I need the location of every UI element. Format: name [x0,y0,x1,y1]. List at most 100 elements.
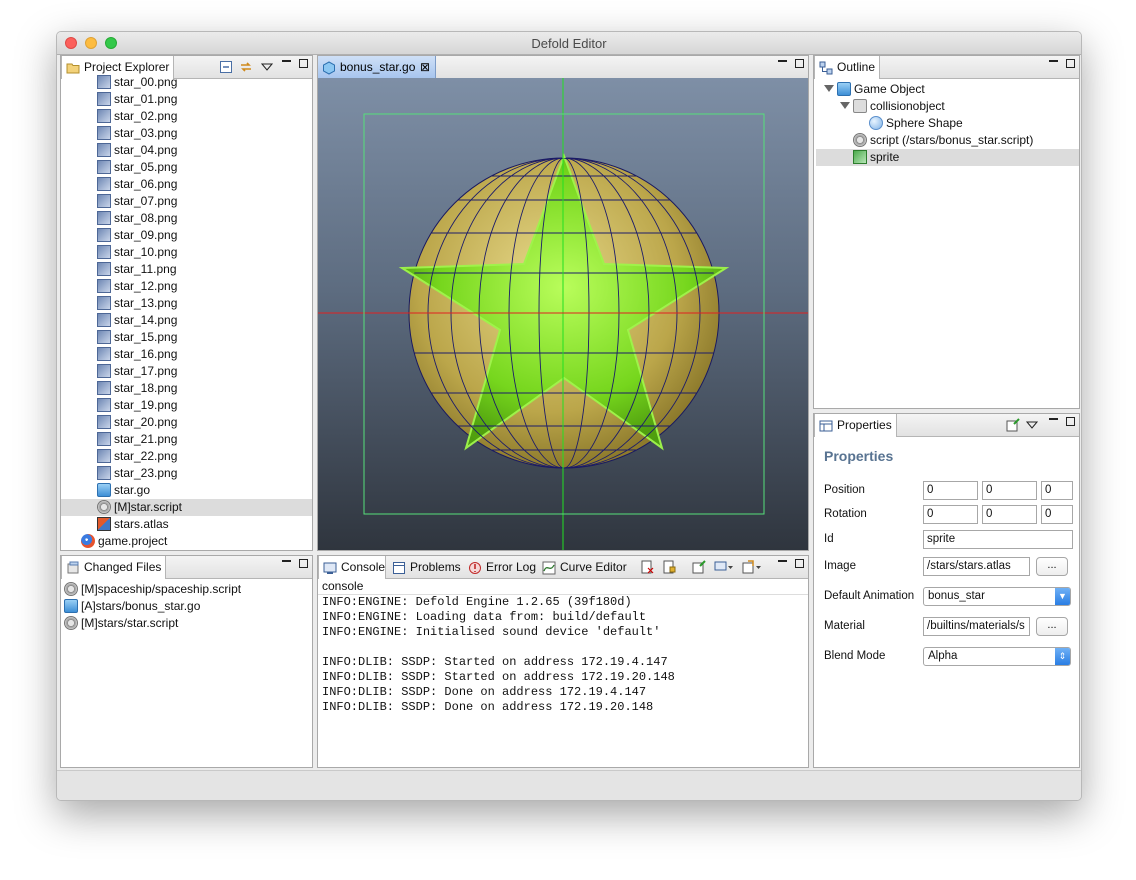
tree-item[interactable]: star_15.png [61,329,312,346]
position-y-field[interactable]: 0 [982,481,1037,500]
changed-file-item[interactable]: [M]spaceship/spaceship.script [64,581,312,598]
outline-item[interactable]: collisionobject [816,98,1079,115]
tree-item[interactable]: star_20.png [61,414,312,431]
tree-item[interactable]: stars.atlas [61,516,312,533]
tree-item[interactable]: star_01.png [61,91,312,108]
changed-file-item[interactable]: [A]stars/bonus_star.go [64,598,312,615]
display-console-icon[interactable] [714,560,733,574]
rotation-z-field[interactable]: 0 [1041,505,1073,524]
rotation-x-field[interactable]: 0 [923,505,978,524]
tree-item[interactable]: star_14.png [61,312,312,329]
panel-window-buttons [1044,59,1075,71]
outline-item[interactable]: script (/stars/bonus_star.script) [816,132,1079,149]
image-file-icon [97,261,111,276]
tree-item-label: star_12.png [114,279,178,293]
tree-item[interactable]: star_03.png [61,125,312,142]
image-file-icon [97,312,111,327]
image-file-icon [97,431,111,446]
tree-item[interactable]: star_00.png [61,74,312,91]
tree-item[interactable]: star_07.png [61,193,312,210]
maximize-icon[interactable] [299,559,308,568]
tree-item[interactable]: star_05.png [61,159,312,176]
scroll-lock-icon[interactable] [662,560,676,574]
outline-tabbar: Outline [814,56,1079,79]
tab-curve-editor[interactable]: Curve Editor [538,556,631,578]
material-field[interactable]: /builtins/materials/s [923,617,1030,636]
tree-item[interactable]: star_10.png [61,244,312,261]
minimize-icon[interactable] [777,560,787,562]
tab-outline[interactable]: Outline [814,56,881,79]
changed-file-item[interactable]: [M]stars/star.script [64,615,312,632]
tree-item[interactable]: star.go [61,482,312,499]
tree-item-label: star_18.png [114,381,178,395]
tab-properties[interactable]: Properties [814,414,897,437]
position-x-field[interactable]: 0 [923,481,978,500]
tree-item[interactable]: star_11.png [61,261,312,278]
properties-panel: Properties Properties Position 0 0 0 Rot… [813,413,1080,768]
tree-item[interactable]: star_06.png [61,176,312,193]
default-animation-select[interactable]: bonus_star ▼ [923,587,1071,606]
tree-item[interactable]: game.project [61,533,312,550]
tree-item[interactable]: star_12.png [61,278,312,295]
view-menu-icon[interactable] [1025,419,1040,433]
close-tab-icon[interactable]: ⊠ [420,56,430,78]
tree-item[interactable]: star_09.png [61,227,312,244]
tree-item[interactable]: star_23.png [61,465,312,482]
maximize-icon[interactable] [299,59,308,68]
link-with-editor-icon[interactable] [239,60,253,74]
image-browse-button[interactable]: ... [1036,557,1068,576]
tree-item[interactable]: star_04.png [61,142,312,159]
collapse-all-icon[interactable] [219,60,233,74]
clear-console-icon[interactable] [640,560,654,574]
tab-console[interactable]: Console [318,556,386,579]
tab-bonus-star-go[interactable]: bonus_star.go ⊠ [318,56,436,78]
tree-item[interactable]: star_22.png [61,448,312,465]
console-line: INFO:ENGINE: Defold Engine 1.2.65 (39f18… [322,595,632,609]
minimize-icon[interactable] [1048,60,1058,62]
outline-item[interactable]: sprite [816,149,1079,166]
position-z-field[interactable]: 0 [1041,481,1073,500]
material-browse-button[interactable]: ... [1036,617,1068,636]
maximize-icon[interactable] [1066,417,1075,426]
rotation-y-field[interactable]: 0 [982,505,1037,524]
image-field[interactable]: /stars/stars.atlas [923,557,1030,576]
tab-problems[interactable]: Problems [388,556,465,578]
tree-item[interactable]: star_13.png [61,295,312,312]
tree-item-label: star_22.png [114,449,178,463]
expand-triangle-icon[interactable] [840,102,850,110]
minimize-icon[interactable] [281,60,291,62]
maximize-icon[interactable] [1066,59,1075,68]
title-bar[interactable]: Defold Editor [57,32,1081,55]
tab-error-log[interactable]: Error Log [464,556,540,578]
view-menu-icon[interactable] [260,61,275,75]
tree-item[interactable]: [M]star.script [61,499,312,516]
minimize-icon[interactable] [1048,418,1058,420]
tree-item[interactable]: star_19.png [61,397,312,414]
console-panel: Console Problems Error Log Curve Editor [317,555,809,768]
pin-console-icon[interactable] [692,560,706,574]
material-label: Material [824,620,865,632]
tree-item[interactable]: star_02.png [61,108,312,125]
id-field[interactable]: sprite [923,530,1073,549]
outline-item[interactable]: Sphere Shape [816,115,1079,132]
sphere-shape-icon [869,115,883,130]
pin-properties-icon[interactable] [1006,418,1020,432]
maximize-icon[interactable] [795,59,804,68]
tree-item[interactable]: star_16.png [61,346,312,363]
minimize-icon[interactable] [777,60,787,62]
outline-item[interactable]: Game Object [816,81,1079,98]
tree-item[interactable]: star_18.png [61,380,312,397]
image-file-icon [97,91,111,106]
console-output[interactable]: console INFO:ENGINE: Defold Engine 1.2.6… [318,578,808,767]
tree-item[interactable]: star_17.png [61,363,312,380]
minimize-icon[interactable] [281,560,291,562]
maximize-icon[interactable] [795,559,804,568]
console-line: INFO:DLIB: SSDP: Started on address 172.… [322,670,675,684]
blend-mode-select[interactable]: Alpha ⇕ [923,647,1071,666]
scene-viewport[interactable] [318,78,808,550]
open-console-icon[interactable] [742,560,761,574]
tree-item[interactable]: star_08.png [61,210,312,227]
tab-changed-files[interactable]: Changed Files [61,556,167,579]
tree-item[interactable]: star_21.png [61,431,312,448]
expand-triangle-icon[interactable] [824,85,834,93]
